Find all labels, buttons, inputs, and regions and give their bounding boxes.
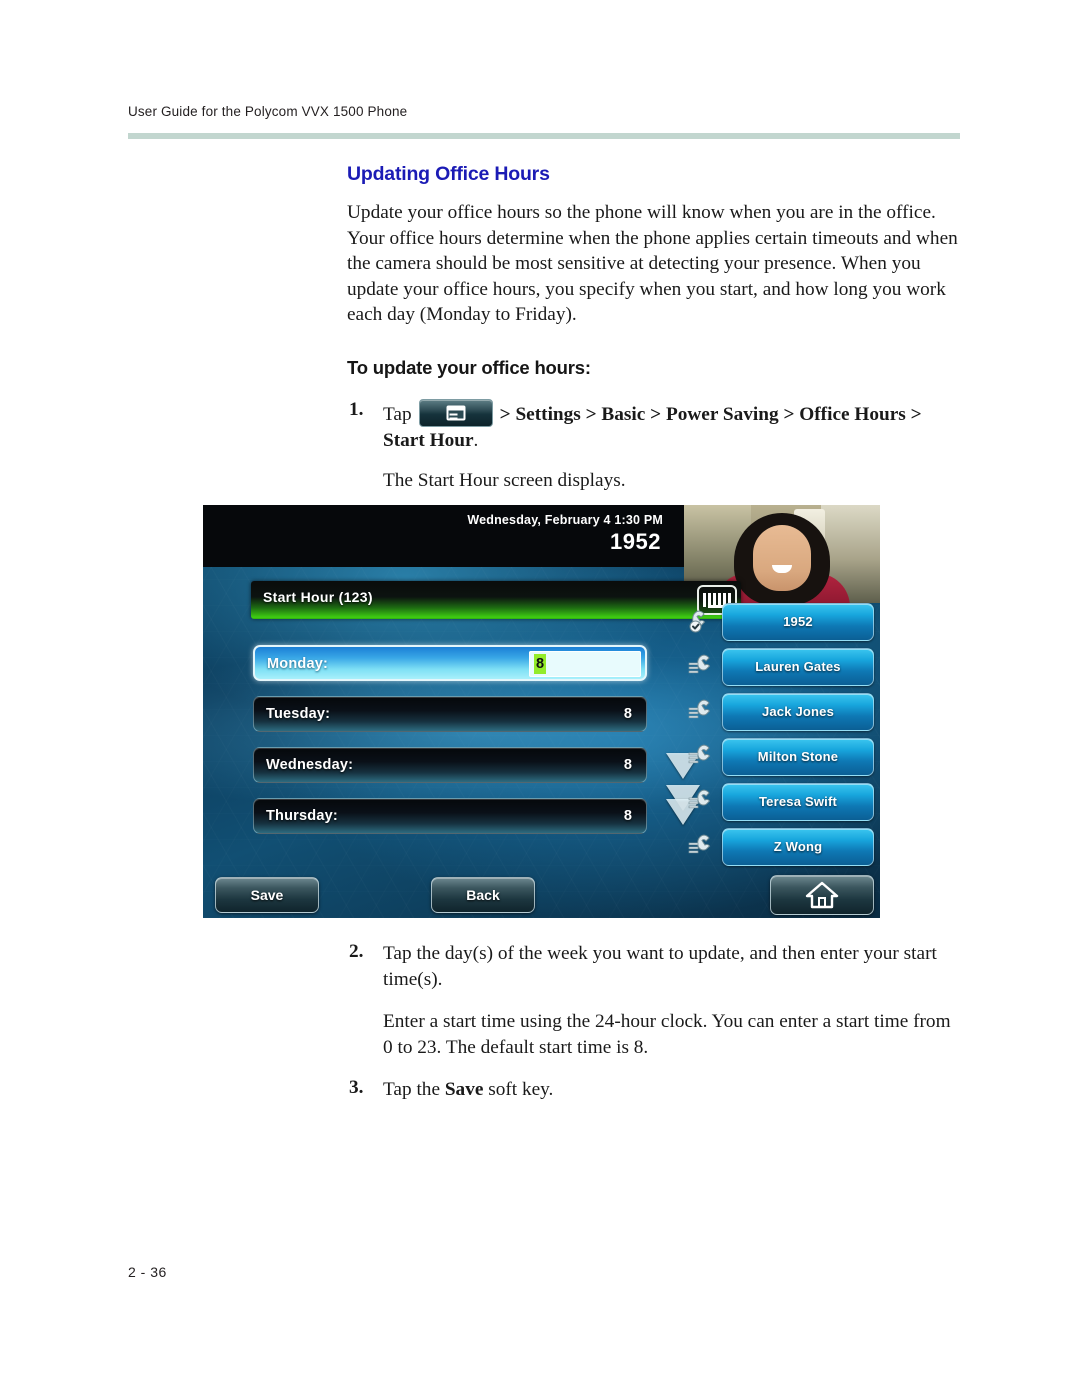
line-key-jack-jones[interactable]: Jack Jones bbox=[684, 693, 880, 731]
step-1-path-tail: . bbox=[473, 429, 479, 451]
day-row-wednesday[interactable]: Wednesday: 8 bbox=[253, 747, 647, 783]
line-key-button[interactable]: Z Wong bbox=[722, 828, 874, 866]
line-key-label: Z Wong bbox=[773, 839, 823, 854]
step-1-number: 1. bbox=[349, 398, 364, 420]
handset-icon bbox=[688, 652, 720, 682]
day-row-tuesday[interactable]: Tuesday: 8 bbox=[253, 696, 647, 732]
day-value: 8 bbox=[623, 706, 632, 722]
home-soft-key[interactable] bbox=[770, 875, 874, 915]
save-soft-key-label: Save bbox=[250, 887, 284, 903]
line-key-label: 1952 bbox=[783, 614, 813, 629]
procedure-title: To update your office hours: bbox=[347, 356, 591, 378]
screen-title-label: Start Hour (123) bbox=[263, 589, 373, 605]
monday-start-hour-value: 8 bbox=[534, 654, 547, 674]
back-soft-key[interactable]: Back bbox=[431, 877, 535, 913]
step-2-note: Enter a start time using the 24-hour clo… bbox=[383, 1011, 951, 1058]
step-3-suffix: soft key. bbox=[483, 1079, 554, 1100]
day-row-thursday[interactable]: Thursday: 8 bbox=[253, 798, 647, 834]
line-key-milton-stone[interactable]: Milton Stone bbox=[684, 738, 880, 776]
line-key-label: Jack Jones bbox=[761, 704, 835, 719]
line-key-button[interactable]: Jack Jones bbox=[722, 693, 874, 731]
home-icon bbox=[805, 881, 839, 909]
page-title: Updating Office Hours bbox=[347, 163, 550, 185]
step-3-prefix: Tap the bbox=[383, 1079, 445, 1100]
step-2-text: Tap the day(s) of the week you want to u… bbox=[383, 943, 937, 990]
handset-icon bbox=[688, 697, 720, 727]
day-value: 8 bbox=[623, 808, 632, 824]
handset-icon bbox=[688, 832, 720, 862]
line-key-label: Milton Stone bbox=[757, 749, 839, 764]
save-soft-key[interactable]: Save bbox=[215, 877, 319, 913]
content-column: Updating Office Hours Update your office… bbox=[347, 163, 962, 494]
line-key-button[interactable]: Teresa Swift bbox=[722, 783, 874, 821]
phone-screen-screenshot: Wednesday, February 4 1:30 PM 1952 Start… bbox=[203, 505, 880, 918]
day-label: Thursday: bbox=[266, 808, 338, 824]
running-header: User Guide for the Polycom VVX 1500 Phon… bbox=[128, 104, 408, 119]
line-key-z-wong[interactable]: Z Wong bbox=[684, 828, 880, 866]
step-1-note: The Start Hour screen displays. bbox=[383, 469, 626, 491]
day-value: 8 bbox=[623, 757, 632, 773]
step-1-lead: Tap bbox=[383, 403, 412, 425]
back-soft-key-label: Back bbox=[466, 887, 500, 903]
handset-icon bbox=[688, 787, 720, 817]
line-key-label: Teresa Swift bbox=[758, 794, 838, 809]
day-row-monday[interactable]: Monday: 8 bbox=[253, 645, 647, 681]
line-key-button[interactable]: 1952 bbox=[722, 603, 874, 641]
screen-title-bar: Start Hour (123) bbox=[251, 581, 741, 619]
step-3: 3. Tap the Save soft key. bbox=[347, 1077, 962, 1103]
step-1: 1. Tap > Settings > Basic > Power Saving … bbox=[347, 398, 962, 454]
intro-paragraph: Update your office hours so the phone wi… bbox=[347, 202, 958, 326]
line-key-button[interactable]: Lauren Gates bbox=[722, 648, 874, 686]
line-key-button[interactable]: Milton Stone bbox=[722, 738, 874, 776]
handset-registered-icon bbox=[688, 607, 720, 637]
page-number: 2 - 36 bbox=[128, 1264, 167, 1280]
status-date-time: Wednesday, February 4 1:30 PM bbox=[467, 513, 663, 527]
steps-after-figure: 2. Tap the day(s) of the week you want t… bbox=[347, 941, 962, 1109]
menu-key-icon[interactable] bbox=[418, 398, 493, 427]
header-rule bbox=[128, 133, 960, 139]
handset-icon bbox=[688, 742, 720, 772]
line-key-label: Lauren Gates bbox=[755, 659, 841, 674]
step-3-number: 3. bbox=[349, 1077, 364, 1098]
step-2: 2. Tap the day(s) of the week you want t… bbox=[347, 941, 962, 993]
line-key-1952[interactable]: 1952 bbox=[684, 603, 880, 641]
status-extension: 1952 bbox=[610, 529, 661, 554]
menu-glyph bbox=[446, 405, 466, 421]
line-key-teresa-swift[interactable]: Teresa Swift bbox=[684, 783, 880, 821]
step-3-save-keyword: Save bbox=[444, 1079, 484, 1100]
line-key-lauren-gates[interactable]: Lauren Gates bbox=[684, 648, 880, 686]
line-key-list: 1952 Lauren Gates Jack Jones Milton Ston… bbox=[684, 603, 880, 873]
day-label: Tuesday: bbox=[266, 706, 331, 722]
day-label: Wednesday: bbox=[266, 757, 354, 773]
video-person-face bbox=[753, 525, 811, 591]
step-2-number: 2. bbox=[349, 941, 364, 962]
day-label: Monday: bbox=[267, 656, 329, 672]
monday-start-hour-input[interactable]: 8 bbox=[529, 651, 641, 677]
